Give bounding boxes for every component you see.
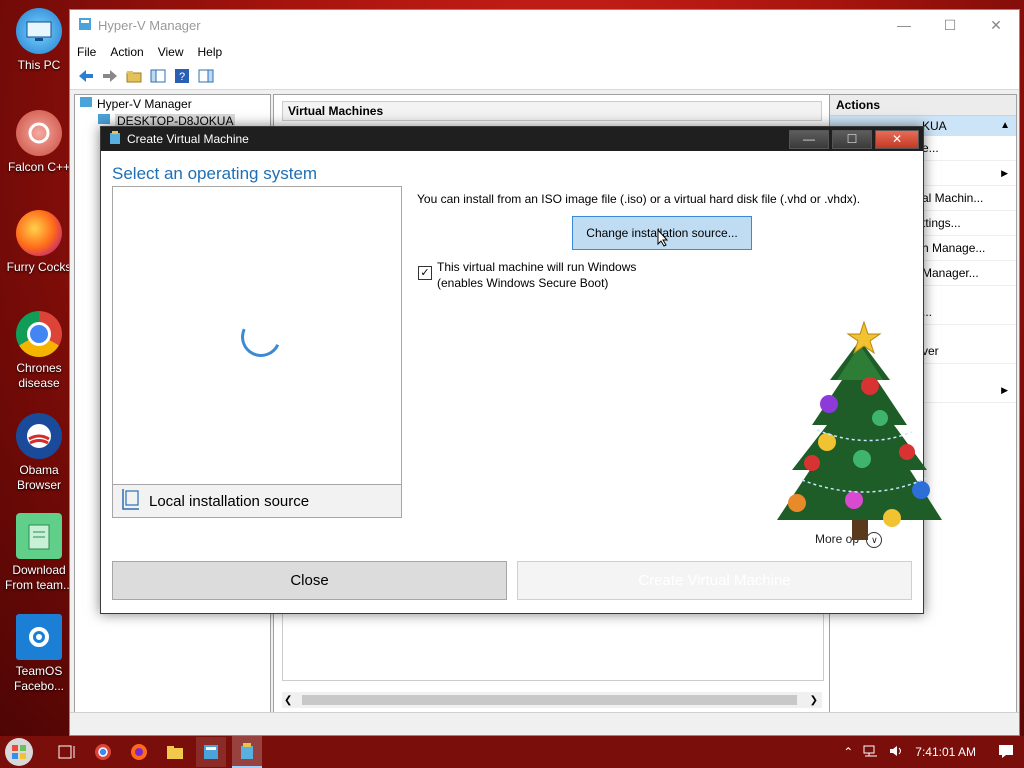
menu-help[interactable]: Help bbox=[191, 45, 230, 59]
christmas-tree-gadget bbox=[777, 320, 942, 540]
file-explorer-icon[interactable] bbox=[160, 737, 190, 767]
desktop-icon-download[interactable]: Download From team... bbox=[4, 513, 74, 593]
up-folder-icon[interactable] bbox=[124, 67, 144, 85]
clock[interactable]: 7:41:01 AM bbox=[915, 745, 976, 759]
task-view-icon[interactable] bbox=[52, 737, 82, 767]
hyperv-app-icon bbox=[78, 17, 92, 34]
start-button[interactable] bbox=[4, 737, 34, 767]
desktop-icon-label: Download From team... bbox=[4, 563, 73, 592]
firefox-taskbar-icon[interactable] bbox=[124, 737, 154, 767]
mouse-cursor-icon bbox=[657, 229, 669, 247]
close-button[interactable]: Close bbox=[112, 561, 507, 600]
create-virtual-machine-button[interactable]: Create Virtual Machine bbox=[517, 561, 912, 600]
run-windows-checkbox-label: This virtual machine will run Windows (e… bbox=[437, 260, 637, 290]
desktop-icon-chrome[interactable]: Chrones disease bbox=[4, 311, 74, 391]
submenu-arrow-icon: ▶ bbox=[1001, 385, 1008, 395]
desktop-icon-label: Falcon C++ bbox=[7, 160, 71, 174]
show-hide-action-pane-icon[interactable] bbox=[196, 67, 216, 85]
os-list-pane[interactable]: Local installation source bbox=[112, 186, 402, 518]
monitor-icon bbox=[16, 8, 62, 54]
gear-icon bbox=[16, 614, 62, 660]
status-bar bbox=[70, 712, 1019, 735]
vm-details-area bbox=[282, 607, 824, 681]
local-source-label: Local installation source bbox=[149, 492, 310, 510]
menu-file[interactable]: File bbox=[70, 45, 103, 59]
forward-arrow-icon[interactable] bbox=[100, 67, 120, 85]
menu-view[interactable]: View bbox=[151, 45, 191, 59]
minimize-button[interactable]: — bbox=[881, 17, 927, 34]
notepad-icon bbox=[16, 513, 62, 559]
scroll-left-icon[interactable]: ❮ bbox=[284, 695, 292, 706]
desktop-icon-obama[interactable]: Obama Browser bbox=[4, 413, 74, 493]
submenu-arrow-icon: ▶ bbox=[1001, 168, 1008, 178]
desktop-icon-this-pc[interactable]: This PC bbox=[4, 8, 74, 73]
menu-bar: File Action View Help bbox=[70, 41, 1019, 63]
svg-text:?: ? bbox=[179, 71, 185, 83]
falcon-icon bbox=[16, 110, 62, 156]
volume-icon[interactable] bbox=[889, 745, 905, 760]
desktop-icon-firefox[interactable]: Furry Cocks bbox=[4, 210, 74, 275]
scrollbar-thumb[interactable] bbox=[302, 695, 797, 705]
scroll-right-icon[interactable]: ❯ bbox=[810, 695, 818, 706]
desktop-icon-label: TeamOS Facebo... bbox=[13, 664, 65, 693]
hyperv-title-bar[interactable]: Hyper-V Manager — ☐ ✕ bbox=[70, 10, 1019, 41]
dialog-close-icon[interactable]: ✕ bbox=[875, 129, 919, 149]
virtual-machines-header: Virtual Machines bbox=[282, 101, 822, 121]
install-info-text: You can install from an ISO image file (… bbox=[417, 192, 861, 206]
obama-browser-icon bbox=[16, 413, 62, 459]
taskbar: ⌃ 7:41:01 AM bbox=[0, 736, 1024, 768]
window-title: Hyper-V Manager bbox=[98, 18, 201, 33]
hyperv-manager-icon bbox=[79, 96, 93, 111]
desktop-icon-label: Chrones disease bbox=[16, 361, 62, 390]
dialog-title: Create Virtual Machine bbox=[127, 132, 249, 146]
tree-root-label: Hyper-V Manager bbox=[97, 96, 192, 111]
dialog-title-bar[interactable]: Create Virtual Machine — ☐ ✕ bbox=[101, 127, 923, 151]
desktop-icon-label: Obama Browser bbox=[16, 463, 61, 492]
loading-spinner-icon bbox=[235, 311, 287, 363]
menu-action[interactable]: Action bbox=[103, 45, 150, 59]
chevron-up-icon[interactable]: ⌃ bbox=[843, 745, 853, 759]
desktop-icon-teamos[interactable]: TeamOS Facebo... bbox=[4, 614, 74, 694]
firefox-icon bbox=[16, 210, 62, 256]
help-icon[interactable]: ? bbox=[172, 67, 192, 85]
dialog-minimize-button[interactable]: — bbox=[789, 129, 829, 149]
desktop-icon-label: Furry Cocks bbox=[6, 260, 72, 274]
actions-header: Actions bbox=[830, 95, 1016, 116]
disk-icon bbox=[119, 487, 141, 515]
maximize-button[interactable]: ☐ bbox=[927, 17, 973, 34]
local-installation-source-item[interactable]: Local installation source bbox=[113, 484, 401, 517]
chrome-icon bbox=[16, 311, 62, 357]
back-arrow-icon[interactable] bbox=[76, 67, 96, 85]
desktop-icon-falcon[interactable]: Falcon C++ bbox=[4, 110, 74, 175]
close-window-button[interactable]: ✕ bbox=[973, 17, 1019, 34]
run-windows-checkbox[interactable]: ✓ bbox=[418, 266, 432, 280]
change-installation-source-button[interactable]: Change installation source... bbox=[572, 216, 752, 250]
horizontal-scrollbar[interactable]: ❮ ❯ bbox=[282, 692, 822, 708]
tree-node-root[interactable]: Hyper-V Manager bbox=[75, 95, 270, 112]
hyperv-manager-taskbar-icon[interactable] bbox=[196, 737, 226, 767]
dialog-heading: Select an operating system bbox=[112, 164, 318, 183]
show-hide-tree-icon[interactable] bbox=[148, 67, 168, 85]
create-vm-taskbar-icon[interactable] bbox=[232, 736, 262, 768]
toolbar: ? bbox=[70, 63, 1019, 90]
dialog-maximize-button[interactable]: ☐ bbox=[832, 129, 872, 149]
desktop-icon-label: This PC bbox=[17, 58, 61, 72]
vm-create-icon bbox=[109, 130, 121, 148]
notifications-icon[interactable] bbox=[998, 744, 1014, 761]
chrome-taskbar-icon[interactable] bbox=[88, 737, 118, 767]
system-tray: ⌃ 7:41:01 AM bbox=[843, 744, 1024, 761]
network-icon[interactable] bbox=[863, 745, 879, 760]
collapse-up-icon[interactable]: ▲ bbox=[1000, 116, 1010, 136]
